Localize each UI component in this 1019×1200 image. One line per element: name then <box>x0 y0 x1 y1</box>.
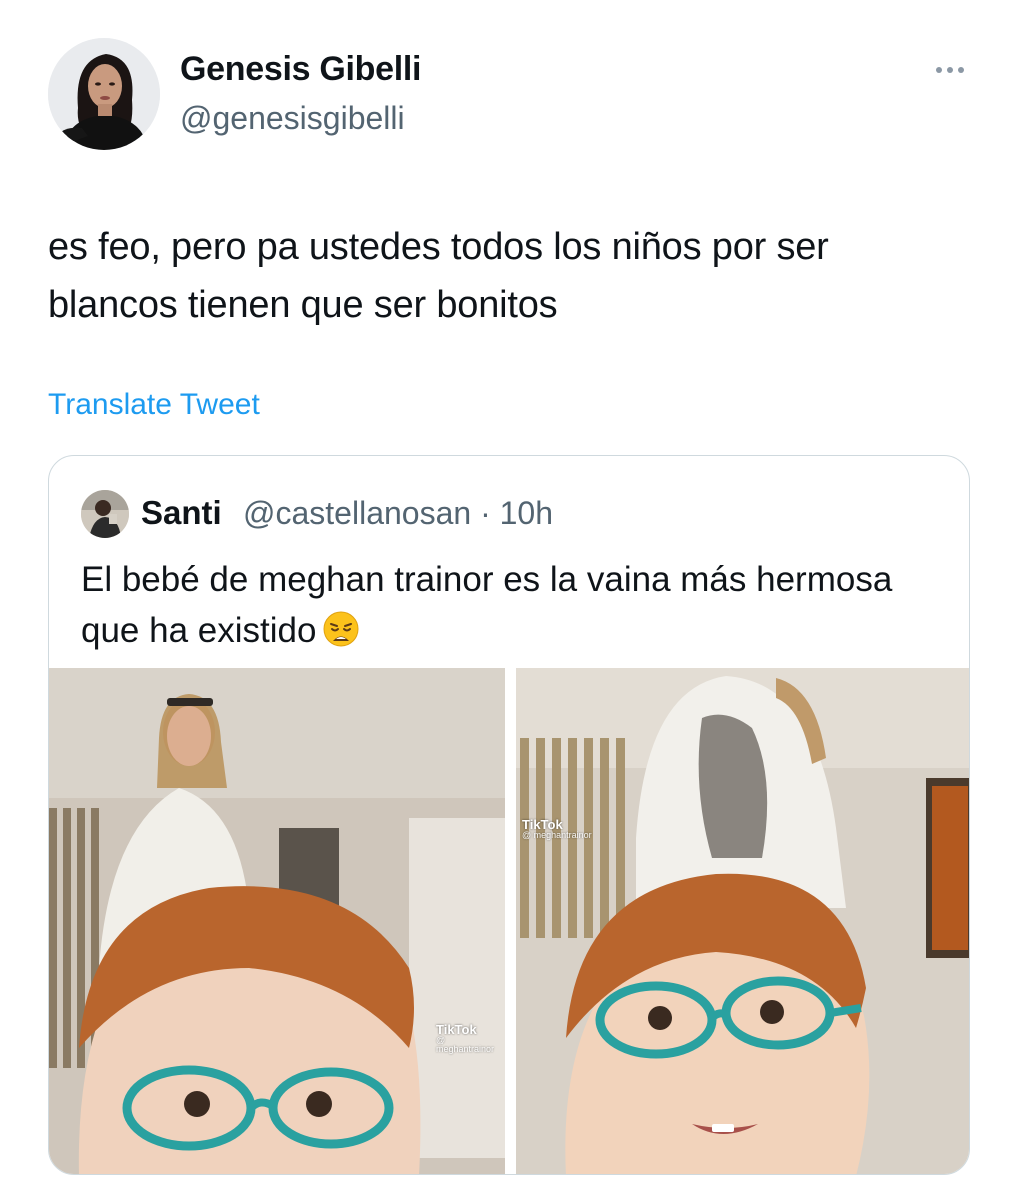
media-image-left[interactable]: TikTok @ meghantrainor <box>49 668 505 1174</box>
quoted-author-handle-time[interactable]: @castellanosan · 10h <box>243 495 553 532</box>
quoted-author-avatar[interactable] <box>81 490 129 538</box>
more-horizontal-icon-dot <box>947 67 953 73</box>
weary-face-emoji-icon <box>322 610 360 648</box>
author-handle[interactable]: @genesisgibelli <box>180 100 405 137</box>
translate-tweet-link[interactable]: Translate Tweet <box>48 388 260 422</box>
tiktok-watermark-right: TikTok @ meghantrainor <box>522 818 592 840</box>
more-horizontal-icon-dot <box>958 67 964 73</box>
tiktok-watermark-user: @ meghantrainor <box>436 1035 495 1054</box>
quoted-author-name[interactable]: Santi <box>141 494 222 532</box>
tiktok-watermark-left: TikTok @ meghantrainor <box>436 1023 505 1054</box>
quoted-tweet-card[interactable]: Santi @castellanosan · 10h El bebé de me… <box>48 455 970 1175</box>
author-name[interactable]: Genesis Gibelli <box>180 50 421 89</box>
quoted-tweet-text: El bebé de meghan trainor es la vaina má… <box>81 560 893 650</box>
author-avatar[interactable] <box>48 38 160 150</box>
tweet-text: es feo, pero pa ustedes todos los niños … <box>48 226 829 326</box>
tweet-detail: Genesis Gibelli @genesisgibelli es feo, … <box>0 0 1019 1200</box>
more-options-button[interactable] <box>925 52 975 88</box>
tiktok-logo-text: TikTok <box>436 1022 477 1037</box>
media-image-right[interactable]: TikTok @ meghantrainor <box>516 668 969 1174</box>
tiktok-watermark-user: @ meghantrainor <box>522 830 592 840</box>
quoted-tweet-text-container: El bebé de meghan trainor es la vaina má… <box>81 554 941 656</box>
more-horizontal-icon <box>936 67 942 73</box>
